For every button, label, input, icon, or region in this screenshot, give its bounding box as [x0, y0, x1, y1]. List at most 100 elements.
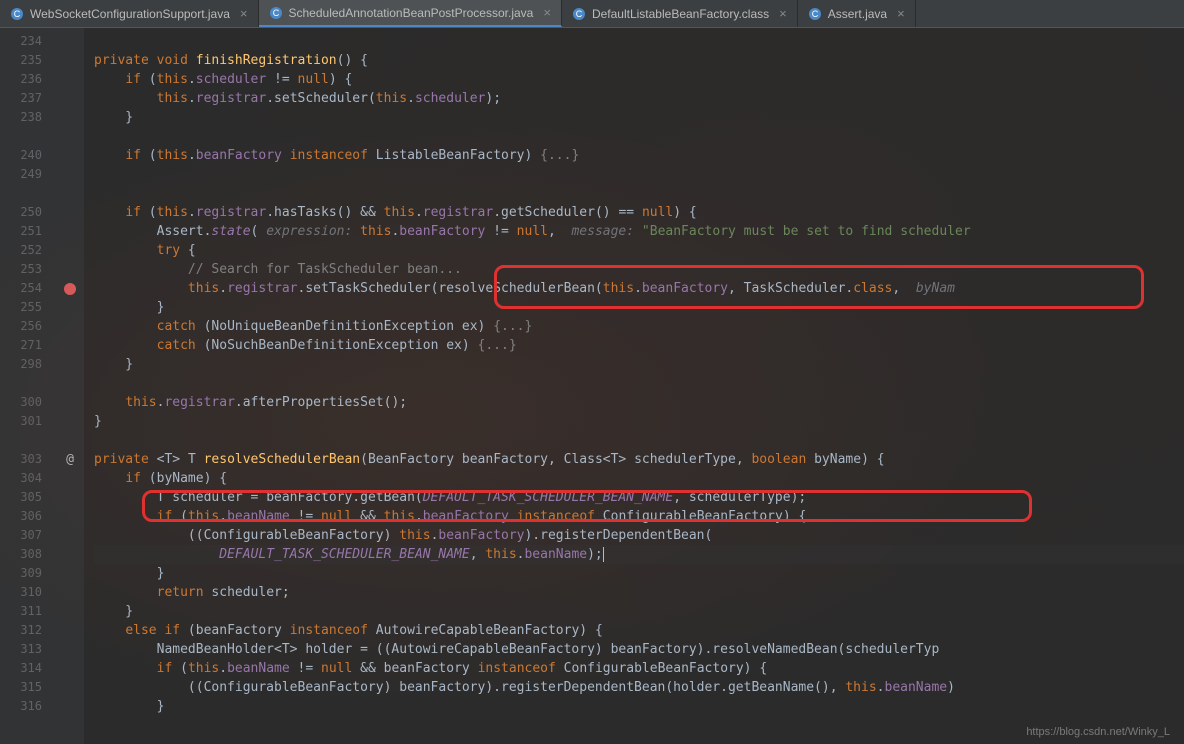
gutter-mark-slot[interactable]: [56, 507, 84, 526]
gutter-mark-slot[interactable]: [56, 659, 84, 678]
code-line[interactable]: try {: [94, 241, 1184, 260]
code-line[interactable]: if (this.beanName != null && this.beanFa…: [94, 507, 1184, 526]
gutter-mark-slot[interactable]: [56, 431, 84, 450]
code-line[interactable]: if (this.registrar.hasTasks() && this.re…: [94, 203, 1184, 222]
code-line[interactable]: private <T> T resolveSchedulerBean(BeanF…: [94, 450, 1184, 469]
code-line[interactable]: [94, 127, 1184, 146]
override-icon: @: [66, 452, 74, 467]
line-number-gutter: 2342352362372382402492502512522532542552…: [0, 28, 56, 744]
line-number: 306: [0, 507, 56, 526]
gutter-mark-slot[interactable]: [56, 51, 84, 70]
gutter-mark-slot[interactable]: [56, 89, 84, 108]
breakpoint-icon[interactable]: [64, 283, 76, 295]
code-line[interactable]: [94, 374, 1184, 393]
code-line[interactable]: }: [94, 697, 1184, 716]
gutter-mark-slot[interactable]: [56, 545, 84, 564]
tab-label: DefaultListableBeanFactory.class: [592, 7, 769, 21]
close-icon[interactable]: ×: [240, 6, 248, 21]
gutter-mark-slot[interactable]: @: [56, 450, 84, 469]
gutter-mark-slot[interactable]: [56, 336, 84, 355]
java-class-icon: C: [10, 7, 24, 21]
code-line[interactable]: ((ConfigurableBeanFactory) this.beanFact…: [94, 526, 1184, 545]
gutter-mark-slot[interactable]: [56, 564, 84, 583]
code-line[interactable]: return scheduler;: [94, 583, 1184, 602]
code-line[interactable]: this.registrar.setTaskScheduler(resolveS…: [94, 279, 1184, 298]
gutter-mark-slot[interactable]: [56, 583, 84, 602]
gutter-mark-slot[interactable]: [56, 279, 84, 298]
gutter-mark-slot[interactable]: [56, 678, 84, 697]
code-line[interactable]: Assert.state( expression: this.beanFacto…: [94, 222, 1184, 241]
line-number: [0, 127, 56, 146]
gutter-mark-slot[interactable]: [56, 203, 84, 222]
line-number: 237: [0, 89, 56, 108]
editor-tab[interactable]: CDefaultListableBeanFactory.class×: [562, 0, 798, 27]
code-line[interactable]: }: [94, 602, 1184, 621]
code-line[interactable]: DEFAULT_TASK_SCHEDULER_BEAN_NAME, this.b…: [94, 545, 1184, 564]
gutter-mark-slot[interactable]: [56, 374, 84, 393]
code-line[interactable]: [94, 184, 1184, 203]
code-line[interactable]: }: [94, 412, 1184, 431]
gutter-mark-slot[interactable]: [56, 70, 84, 89]
gutter-mark-slot[interactable]: [56, 127, 84, 146]
line-number: 234: [0, 32, 56, 51]
line-number: 312: [0, 621, 56, 640]
line-number: 311: [0, 602, 56, 621]
gutter-mark-slot[interactable]: [56, 412, 84, 431]
gutter-mark-slot[interactable]: [56, 108, 84, 127]
code-line[interactable]: if (this.beanFactory instanceof Listable…: [94, 146, 1184, 165]
code-line[interactable]: }: [94, 355, 1184, 374]
code-line[interactable]: [94, 431, 1184, 450]
gutter-mark-slot[interactable]: [56, 317, 84, 336]
gutter-mark-slot[interactable]: [56, 241, 84, 260]
gutter-mark-slot[interactable]: [56, 602, 84, 621]
code-line[interactable]: catch (NoSuchBeanDefinitionException ex)…: [94, 336, 1184, 355]
code-line[interactable]: catch (NoUniqueBeanDefinitionException e…: [94, 317, 1184, 336]
gutter-mark-slot[interactable]: [56, 469, 84, 488]
close-icon[interactable]: ×: [897, 6, 905, 21]
code-line[interactable]: if (this.beanName != null && beanFactory…: [94, 659, 1184, 678]
editor-tab[interactable]: CAssert.java×: [798, 0, 916, 27]
code-line[interactable]: T scheduler = beanFactory.getBean(DEFAUL…: [94, 488, 1184, 507]
gutter-mark-slot[interactable]: [56, 697, 84, 716]
code-line[interactable]: }: [94, 298, 1184, 317]
line-number: 308: [0, 545, 56, 564]
gutter-mark-slot[interactable]: [56, 184, 84, 203]
gutter-mark-slot[interactable]: [56, 640, 84, 659]
code-line[interactable]: this.registrar.setScheduler(this.schedul…: [94, 89, 1184, 108]
line-number: 303: [0, 450, 56, 469]
gutter-mark-slot[interactable]: [56, 621, 84, 640]
gutter-mark-slot[interactable]: [56, 260, 84, 279]
code-area[interactable]: private void finishRegistration() { if (…: [84, 28, 1184, 744]
code-line[interactable]: [94, 165, 1184, 184]
gutter-mark-slot[interactable]: [56, 146, 84, 165]
code-line[interactable]: else if (beanFactory instanceof Autowire…: [94, 621, 1184, 640]
line-number: 254: [0, 279, 56, 298]
line-number: 236: [0, 70, 56, 89]
editor-tab[interactable]: CWebSocketConfigurationSupport.java×: [0, 0, 259, 27]
gutter-mark-slot[interactable]: [56, 165, 84, 184]
line-number: [0, 184, 56, 203]
gutter-mark-slot[interactable]: [56, 32, 84, 51]
line-number: 255: [0, 298, 56, 317]
code-line[interactable]: if (byName) {: [94, 469, 1184, 488]
close-icon[interactable]: ×: [543, 5, 551, 20]
code-line[interactable]: NamedBeanHolder<T> holder = ((AutowireCa…: [94, 640, 1184, 659]
code-line[interactable]: }: [94, 108, 1184, 127]
code-line[interactable]: // Search for TaskScheduler bean...: [94, 260, 1184, 279]
code-line[interactable]: private void finishRegistration() {: [94, 51, 1184, 70]
code-line[interactable]: if (this.scheduler != null) {: [94, 70, 1184, 89]
gutter-mark-slot[interactable]: [56, 222, 84, 241]
gutter-mark-slot[interactable]: [56, 488, 84, 507]
gutter-mark-slot[interactable]: [56, 526, 84, 545]
close-icon[interactable]: ×: [779, 6, 787, 21]
gutter-mark-slot[interactable]: [56, 393, 84, 412]
gutter-mark-slot[interactable]: [56, 298, 84, 317]
code-line[interactable]: }: [94, 564, 1184, 583]
editor-tab[interactable]: CScheduledAnnotationBeanPostProcessor.ja…: [259, 0, 562, 27]
code-line[interactable]: this.registrar.afterPropertiesSet();: [94, 393, 1184, 412]
gutter-mark-slot[interactable]: [56, 355, 84, 374]
code-line[interactable]: ((ConfigurableBeanFactory) beanFactory).…: [94, 678, 1184, 697]
code-line[interactable]: [94, 32, 1184, 51]
line-number: 256: [0, 317, 56, 336]
tab-label: ScheduledAnnotationBeanPostProcessor.jav…: [289, 6, 534, 20]
